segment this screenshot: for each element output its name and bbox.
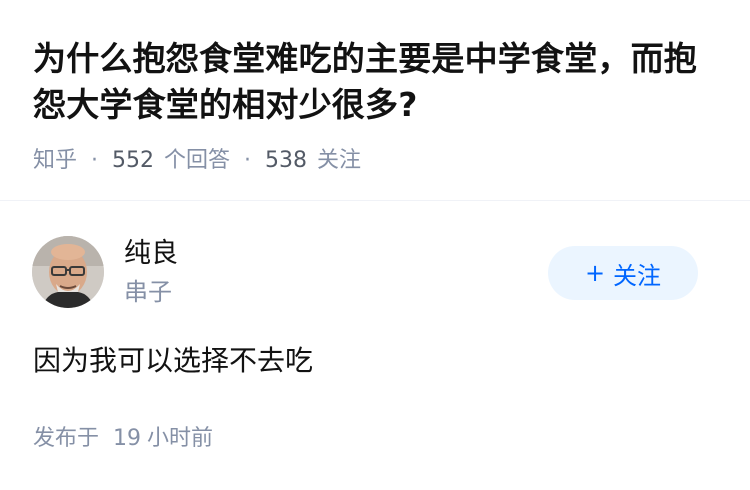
- author-bio: 串子: [124, 278, 172, 306]
- author-name[interactable]: 纯良: [124, 236, 178, 272]
- published-suffix: 小时前: [147, 426, 214, 451]
- question-meta: 知乎 · 552 个回答 · 538 关注: [33, 146, 361, 176]
- answer-content[interactable]: 因为我可以选择不去吃: [33, 342, 313, 380]
- meta-separator: ·: [91, 148, 99, 173]
- published-value: 19: [113, 426, 142, 451]
- avatar[interactable]: [32, 236, 104, 308]
- follow-button[interactable]: + 关注: [548, 246, 698, 300]
- answer-time: 发布于 19 小时前: [33, 424, 213, 454]
- question-title[interactable]: 为什么抱怨食堂难吃的主要是中学食堂，而抱怨大学食堂的相对少很多?: [33, 36, 723, 128]
- divider: [0, 200, 750, 201]
- answer-count-label: 个回答: [164, 148, 231, 173]
- source-label[interactable]: 知乎: [33, 146, 77, 176]
- meta-separator: ·: [244, 148, 252, 173]
- avatar-image: [32, 236, 104, 308]
- answer-count: 552: [112, 148, 155, 173]
- follow-button-label: 关注: [613, 261, 662, 290]
- plus-icon: +: [584, 259, 606, 287]
- follow-count: 538: [265, 148, 308, 173]
- published-prefix: 发布于: [33, 426, 100, 451]
- follow-count-label: 关注: [317, 148, 362, 173]
